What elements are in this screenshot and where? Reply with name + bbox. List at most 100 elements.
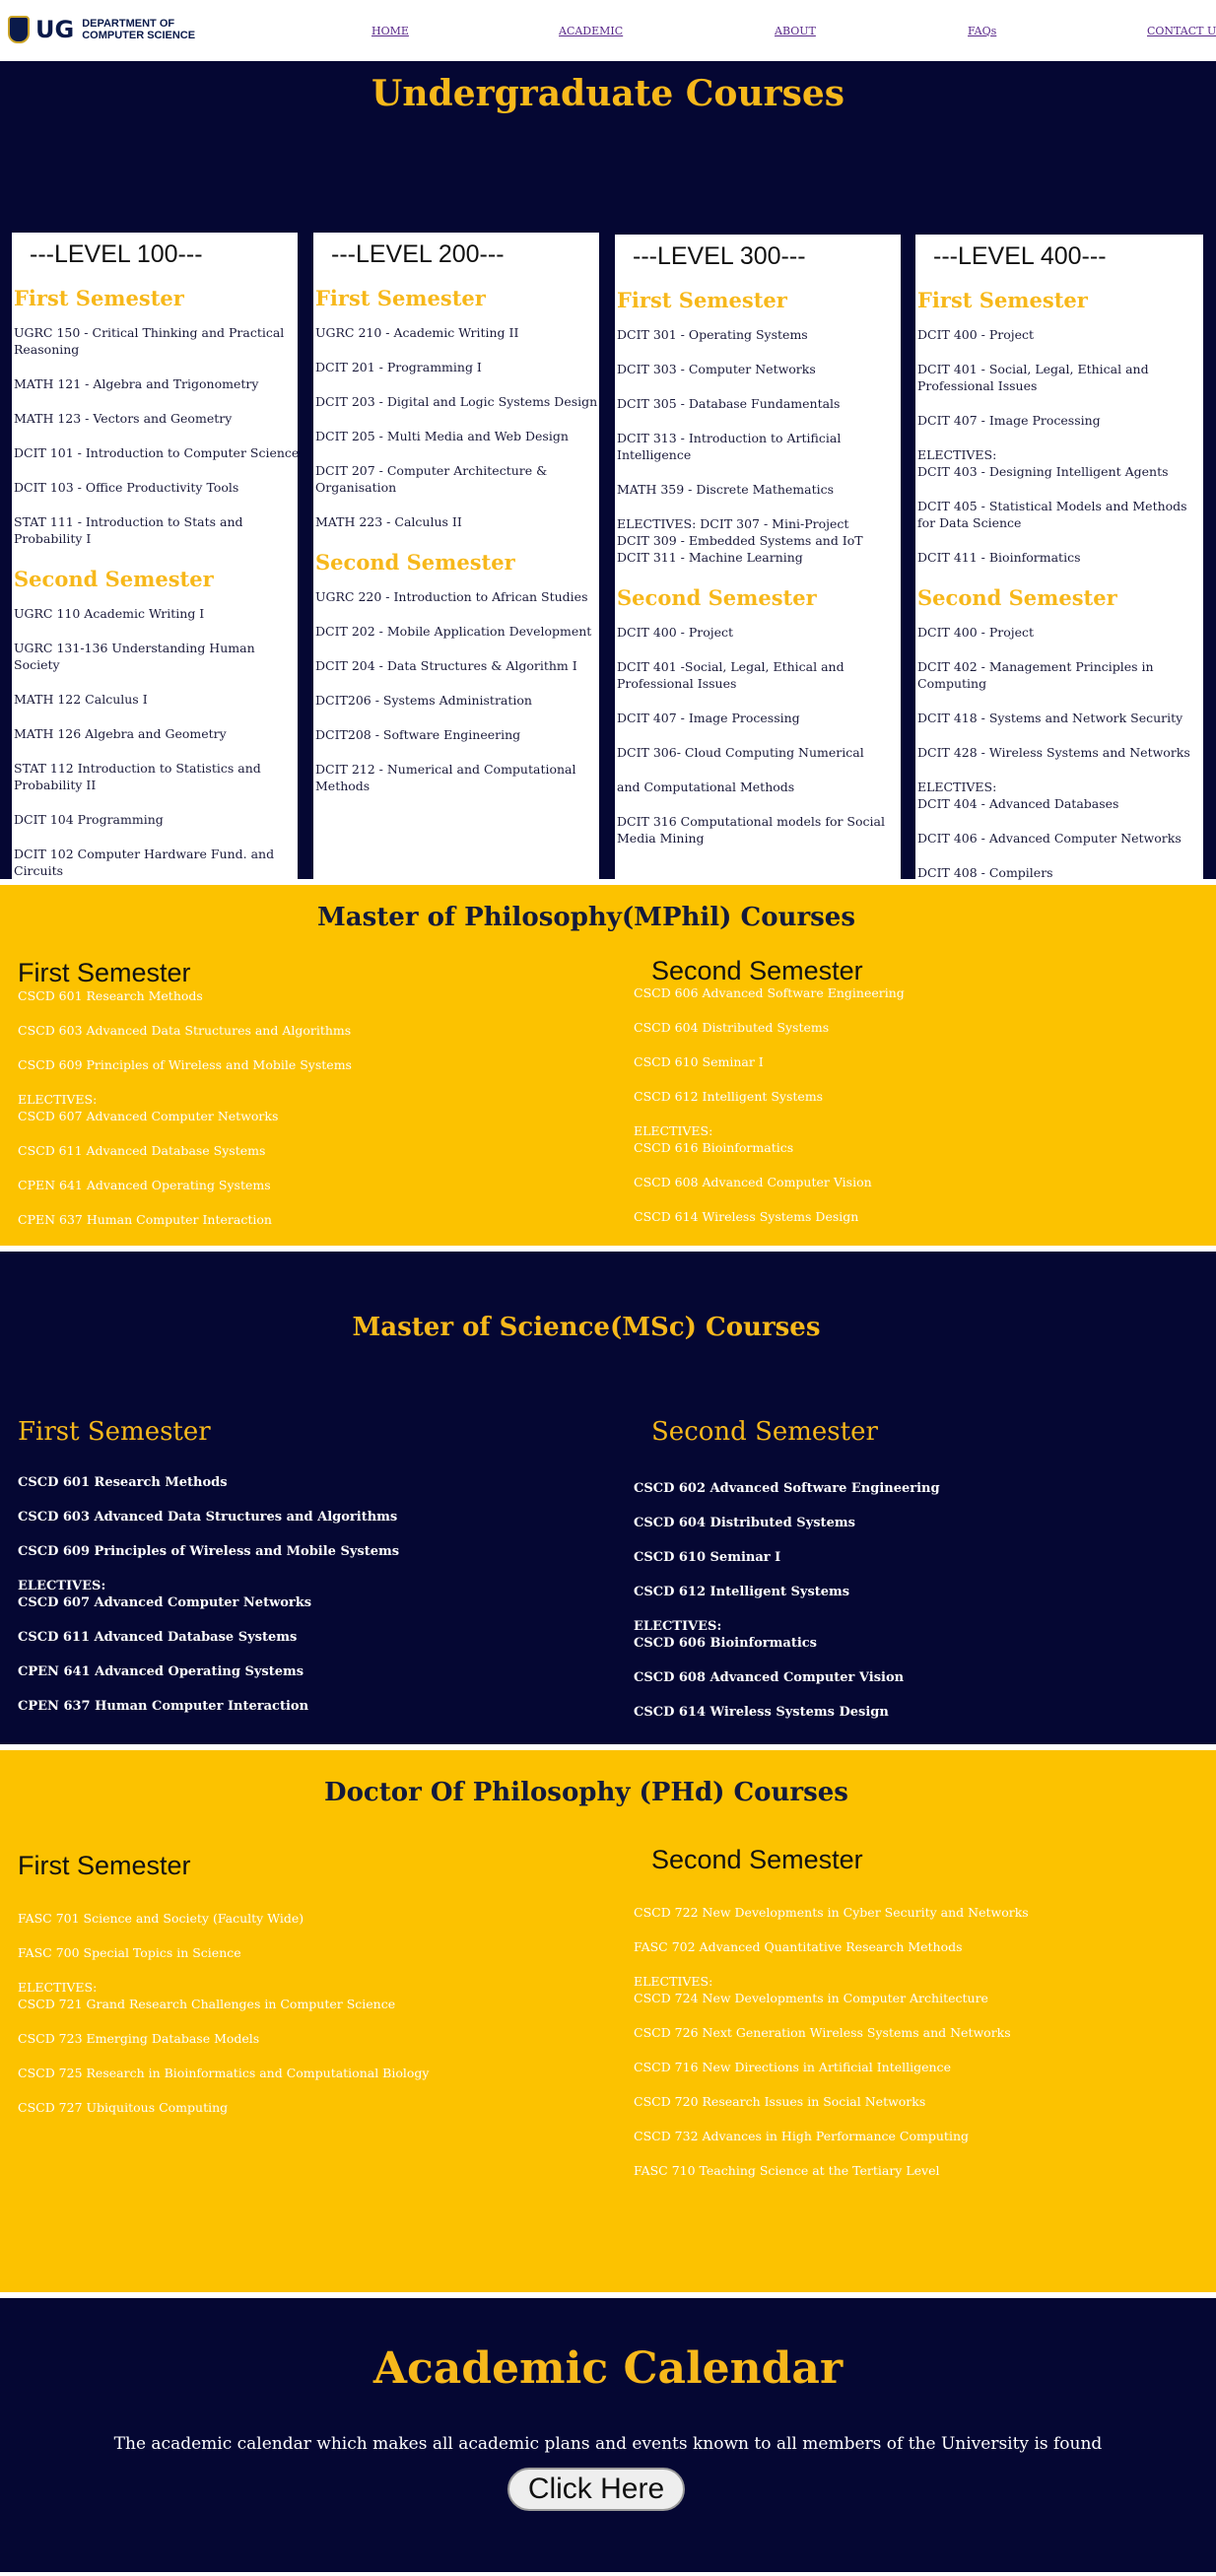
course-item: ELECTIVES: CSCD 607 Advanced Computer Ne… [18, 1579, 312, 1610]
course-item: CPEN 641 Advanced Operating Systems [18, 1178, 271, 1192]
course-item: CSCD 611 Advanced Database Systems [18, 1143, 266, 1158]
course-item: DCIT 407 - Image Processing [917, 413, 1101, 428]
phd-first-semester-heading: First Semester [18, 1851, 191, 1880]
course-item: MATH 122 Calculus I [14, 692, 148, 707]
undergraduate-title: Undergraduate Courses [371, 73, 845, 114]
course-item: STAT 111 - Introduction to Stats and Pro… [14, 514, 243, 546]
course-item: CSCD 604 Distributed Systems [634, 1020, 830, 1035]
level-heading: ---LEVEL 400--- [933, 242, 1107, 270]
msc-title: Master of Science(MSc) Courses [352, 1313, 821, 1342]
course-item: DCIT 408 - Compilers [917, 865, 1053, 880]
course-item: CSCD 725 Research in Bioinformatics and … [18, 2066, 430, 2080]
course-item: FASC 710 Teaching Science at the Tertiar… [634, 2163, 940, 2178]
mphil-second-semester-heading: Second Semester [651, 956, 863, 985]
course-item: DCIT 103 - Office Productivity Tools [14, 480, 239, 495]
nav-faqs-link[interactable]: FAQs [968, 25, 996, 37]
course-item: CSCD 609 Principles of Wireless and Mobi… [18, 1057, 352, 1072]
level-card: ---LEVEL 400--- First Semester DCIT 400 - … [915, 235, 1203, 919]
course-item: UGRC 110 Academic Writing I [14, 606, 205, 621]
msc-first-course-list: CSCD 601 Research Methods CSCD 603 Advanc… [18, 1474, 399, 1732]
course-item: CSCD 608 Advanced Computer Vision [634, 1175, 872, 1189]
course-item: MATH 121 - Algebra and Trigonometry [14, 376, 259, 391]
course-item: CSCD 608 Advanced Computer Vision [634, 1670, 905, 1685]
second-semester-heading: Second Semester [315, 550, 515, 575]
dept-line-2: COMPUTER SCIENCE [82, 30, 196, 41]
course-item: ELECTIVES: DCIT 307 - Mini-Project DCIT … [617, 516, 863, 565]
course-item: ELECTIVES: CSCD 721 Grand Research Chall… [18, 1980, 396, 2011]
course-item: CSCD 604 Distributed Systems [634, 1516, 855, 1530]
logo-text: UG [35, 16, 75, 43]
course-item: UGRC 150 - Critical Thinking and Practic… [14, 325, 285, 357]
course-item: CSCD 610 Seminar I [634, 1550, 781, 1565]
course-item: DCIT 405 - Statistical Models and Method… [917, 499, 1187, 530]
course-item: DCIT 305 - Database Fundamentals [617, 396, 841, 411]
course-item: FASC 700 Special Topics in Science [18, 1945, 241, 1960]
course-item: DCIT 306- Cloud Computing Numerical [617, 745, 864, 760]
mphil-second-course-list: CSCD 606 Advanced Software Engineering CS… [634, 984, 905, 1243]
course-item: DCIT 406 - Advanced Computer Networks [917, 831, 1182, 846]
course-item: and Computational Methods [617, 780, 795, 794]
second-semester-heading: Second Semester [917, 585, 1117, 610]
course-item: ELECTIVES: CSCD 607 Advanced Computer Ne… [18, 1092, 279, 1123]
course-item: DCIT 101 - Introduction to Computer Scie… [14, 445, 300, 460]
top-navbar: UG DEPARTMENT OF COMPUTER SCIENCE HOME A… [0, 0, 1216, 61]
course-item: CSCD 603 Advanced Data Structures and Al… [18, 1023, 352, 1038]
course-item: MATH 123 - Vectors and Geometry [14, 411, 233, 426]
course-item: FASC 702 Advanced Quantitative Research … [634, 1939, 963, 1954]
second-semester-heading: Second Semester [14, 567, 214, 591]
level-card: ---LEVEL 200--- First Semester UGRC 210 - … [313, 233, 599, 919]
course-item: CSCD 727 Ubiquitous Computing [18, 2100, 229, 2115]
undergraduate-section: Undergraduate Courses ---LEVEL 100--- Fir… [0, 61, 1216, 922]
course-item: DCIT206 - Systems Administration [315, 693, 532, 708]
course-item: DCIT 205 - Multi Media and Web Design [315, 429, 569, 443]
course-item: CSCD 722 New Developments in Cyber Secur… [634, 1905, 1029, 1920]
course-item: DCIT 203 - Digital and Logic Systems Des… [315, 394, 598, 409]
course-item: CSCD 612 Intelligent Systems [634, 1585, 850, 1599]
course-item: UGRC 220 - Introduction to African Studi… [315, 589, 588, 604]
course-item: CPEN 637 Human Computer Interaction [18, 1699, 309, 1714]
course-item: DCIT 428 - Wireless Systems and Networks [917, 745, 1190, 760]
mphil-first-semester-heading: First Semester [18, 958, 191, 987]
course-item: DCIT208 - Software Engineering [315, 727, 521, 742]
course-item: DCIT 204 - Data Structures & Algorithm I [315, 658, 577, 673]
click-here-button[interactable]: Click Here [507, 2468, 685, 2511]
course-item: DCIT 401 -Social, Legal, Ethical and Pro… [617, 659, 844, 691]
course-item: FASC 701 Science and Society (Faculty Wi… [18, 1911, 304, 1926]
course-item: DCIT 400 - Project [917, 625, 1035, 640]
course-item: DCIT 316 Computational models for Social… [617, 814, 885, 846]
level-card: ---LEVEL 300--- First Semester DCIT 301 - … [615, 235, 901, 920]
course-item: DCIT 102 Computer Hardware Fund. and Cir… [14, 847, 275, 878]
course-item: CSCD 726 Next Generation Wireless System… [634, 2025, 1011, 2040]
course-item: CSCD 609 Principles of Wireless and Mobi… [18, 1544, 400, 1559]
course-item: CSCD 614 Wireless Systems Design [634, 1209, 859, 1224]
academic-calendar-section: Academic Calendar The academic calendar … [0, 2298, 1216, 2572]
course-item: DCIT 313 - Introduction to Artificial In… [617, 431, 842, 462]
level-heading: ---LEVEL 200--- [331, 240, 505, 268]
nav-academic-link[interactable]: ACADEMIC [559, 25, 623, 37]
course-item: CSCD 606 Advanced Software Engineering [634, 985, 905, 1000]
mphil-section: Master of Philosophy(MPhil) Courses Firs… [0, 885, 1216, 1246]
course-item: DCIT 202 - Mobile Application Developmen… [315, 624, 592, 639]
course-item: CSCD 602 Advanced Software Engineering [634, 1481, 940, 1496]
course-item: DCIT 418 - Systems and Network Security [917, 711, 1183, 725]
first-semester-heading: First Semester [617, 288, 787, 312]
level-heading: ---LEVEL 300--- [633, 242, 806, 270]
course-item: DCIT 207 - Computer Architecture & Organ… [315, 463, 548, 495]
nav-home-link[interactable]: HOME [372, 25, 409, 37]
course-item: DCIT 411 - Bioinformatics [917, 550, 1081, 565]
msc-first-semester-heading: First Semester [18, 1417, 211, 1447]
mphil-first-course-list: CSCD 601 Research Methods CSCD 603 Advanc… [18, 987, 352, 1246]
department-name: DEPARTMENT OF COMPUTER SCIENCE [82, 18, 210, 41]
first-semester-heading: First Semester [917, 288, 1088, 312]
academic-calendar-description: The academic calendar which makes all ac… [113, 2434, 1103, 2454]
course-item: DCIT 212 - Numerical and Computational M… [315, 762, 576, 793]
nav-about-link[interactable]: ABOUT [775, 25, 816, 37]
course-item: DCIT 401 - Social, Legal, Ethical and Pr… [917, 362, 1149, 393]
course-item: ELECTIVES: DCIT 403 - Designing Intellig… [917, 447, 1169, 479]
course-item: UGRC 131-136 Understanding Human Society [14, 641, 255, 672]
nav-contact-link[interactable]: CONTACT US [1147, 25, 1216, 37]
course-item: ELECTIVES: CSCD 606 Bioinformatics [634, 1619, 817, 1651]
level-card: ---LEVEL 100--- First Semester UGRC 150 - … [12, 233, 299, 922]
site-logo[interactable]: UG DEPARTMENT OF COMPUTER SCIENCE [8, 16, 210, 43]
course-item: CSCD 716 New Directions in Artificial In… [634, 2060, 951, 2074]
